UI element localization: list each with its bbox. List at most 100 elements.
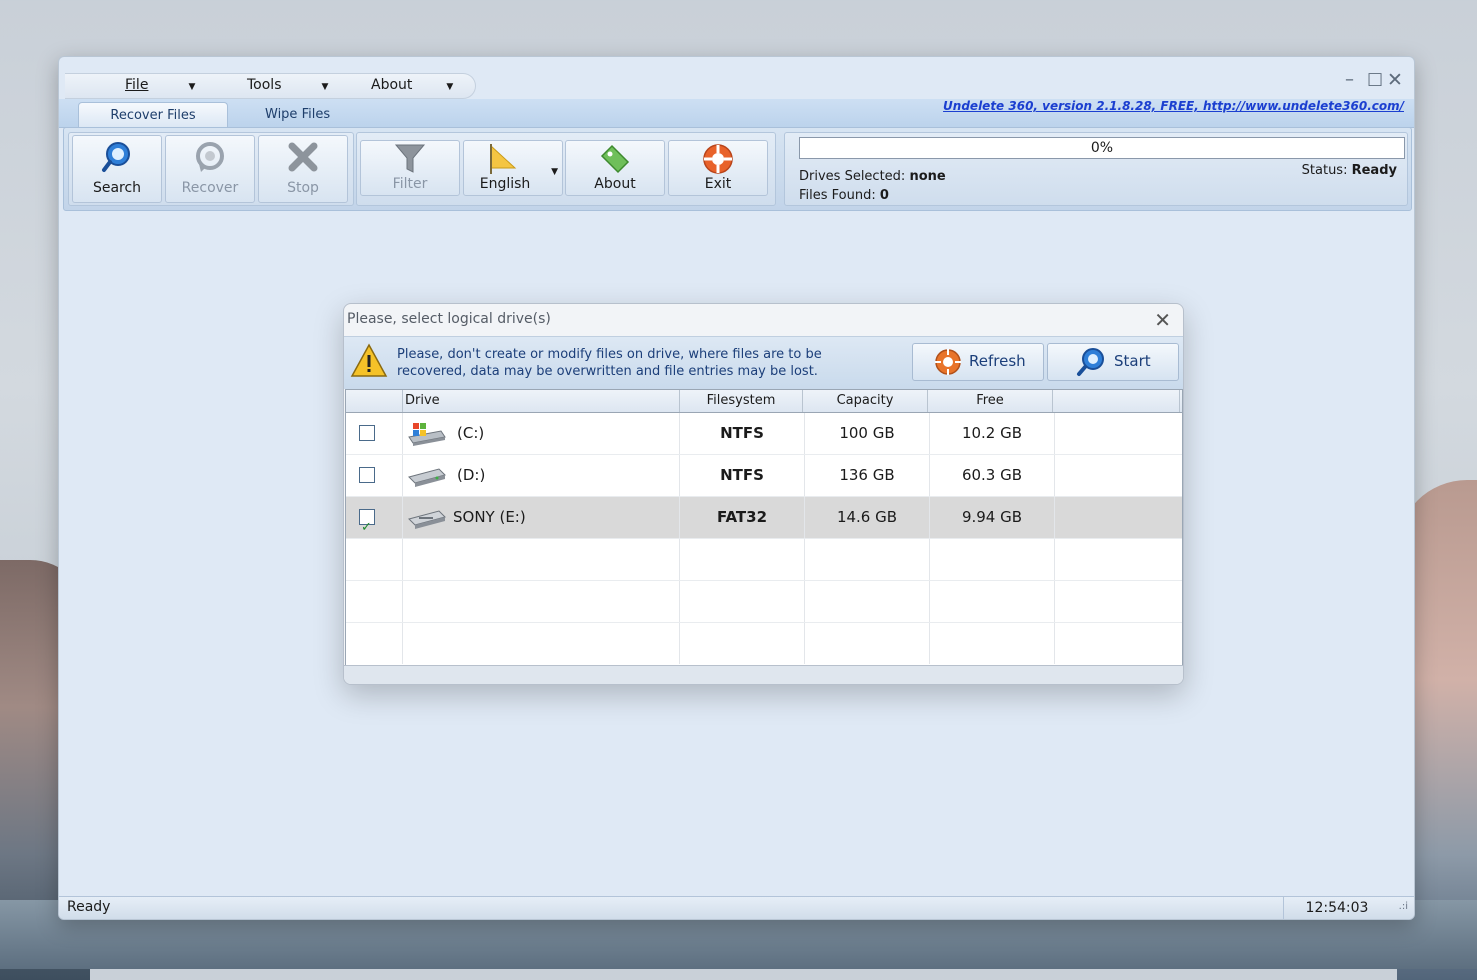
resize-grip[interactable]: .:i bbox=[1399, 901, 1408, 912]
start-button-label: Start bbox=[1114, 352, 1151, 370]
about-button[interactable]: About bbox=[565, 140, 665, 196]
column-drive[interactable]: Drive bbox=[403, 390, 680, 412]
menu-tools[interactable]: Tools ▼ bbox=[247, 77, 328, 93]
files-found-value: 0 bbox=[879, 188, 889, 203]
drive-cell: SONY (E:) bbox=[403, 497, 680, 538]
refresh-icon bbox=[935, 349, 961, 375]
recover-button[interactable]: Recover bbox=[165, 135, 255, 203]
language-button[interactable]: English ▼ bbox=[463, 140, 563, 196]
toolbar: Search Recover Stop Filter English ▼ Abo… bbox=[63, 127, 1412, 211]
dialog-footer bbox=[344, 665, 1183, 684]
menu-file[interactable]: File ▼ bbox=[125, 77, 195, 93]
empty-cell bbox=[680, 623, 805, 664]
tab-bar: Recover Files Wipe Files Undelete 360, v… bbox=[59, 99, 1414, 128]
column-free[interactable]: Free bbox=[928, 390, 1053, 412]
filter-button[interactable]: Filter bbox=[360, 140, 460, 196]
empty-cell bbox=[680, 581, 805, 622]
stop-icon bbox=[288, 142, 318, 172]
progress-bar: 0% bbox=[799, 137, 1405, 159]
recover-icon bbox=[196, 142, 224, 172]
toolbar-group-options: Filter English ▼ About Exit bbox=[356, 132, 776, 206]
files-found: Files Found: 0 bbox=[799, 188, 889, 203]
version-link[interactable]: Undelete 360, version 2.1.8.28, FREE, ht… bbox=[943, 99, 1404, 113]
empty-cell bbox=[805, 581, 930, 622]
select-drive-dialog: Please, select logical drive(s) ✕ Please… bbox=[343, 303, 1184, 685]
filesystem-cell: NTFS bbox=[680, 413, 805, 454]
column-checkbox bbox=[346, 390, 403, 412]
column-capacity[interactable]: Capacity bbox=[803, 390, 928, 412]
chevron-down-icon: ▼ bbox=[446, 82, 454, 92]
search-button[interactable]: Search bbox=[72, 135, 162, 203]
empty-cell bbox=[346, 623, 403, 664]
stop-button[interactable]: Stop bbox=[258, 135, 348, 203]
stop-button-label: Stop bbox=[287, 180, 319, 196]
empty-cell bbox=[346, 581, 403, 622]
toolbar-group-actions: Search Recover Stop bbox=[68, 132, 354, 206]
empty-cell bbox=[930, 539, 1055, 580]
empty-cell bbox=[930, 581, 1055, 622]
drive-name: SONY (E:) bbox=[453, 508, 526, 526]
column-filesystem[interactable]: Filesystem bbox=[680, 390, 803, 412]
table-row[interactable]: (D:) NTFS 136 GB 60.3 GB bbox=[346, 455, 1182, 497]
table-row[interactable]: SONY (E:) FAT32 14.6 GB 9.94 GB bbox=[346, 497, 1182, 548]
status-text: Ready bbox=[67, 899, 111, 915]
free-cell: 9.94 GB bbox=[930, 497, 1055, 538]
status-bar: Ready 12:54:03 .:i bbox=[59, 896, 1414, 919]
dialog-title: Please, select logical drive(s) bbox=[347, 311, 551, 327]
drives-selected: Drives Selected: none bbox=[799, 169, 946, 184]
drive-cell: (C:) bbox=[403, 413, 680, 454]
menu-file-label: File bbox=[125, 77, 149, 93]
minimize-button[interactable]: – bbox=[1345, 69, 1354, 90]
exit-icon bbox=[703, 144, 733, 174]
filesystem-cell: FAT32 bbox=[680, 497, 805, 538]
status-indicator: Status: Ready bbox=[1302, 163, 1397, 178]
drive-cell: (D:) bbox=[403, 455, 680, 496]
menu-about[interactable]: About ▼ bbox=[371, 77, 453, 93]
row-checkbox-cell bbox=[346, 455, 403, 496]
progress-panel: 0% Drives Selected: none Files Found: 0 … bbox=[784, 132, 1408, 206]
free-cell: 60.3 GB bbox=[930, 455, 1055, 496]
about-button-label: About bbox=[594, 176, 636, 192]
status-clock: 12:54:03 bbox=[1283, 897, 1390, 919]
exit-button-label: Exit bbox=[704, 176, 732, 192]
empty-cell bbox=[805, 623, 930, 664]
empty-cell bbox=[680, 539, 805, 580]
warning-text: Please, don't create or modify files on … bbox=[397, 346, 822, 380]
refresh-button-label: Refresh bbox=[969, 352, 1026, 370]
tab-wipe-files[interactable]: Wipe Files bbox=[255, 102, 340, 127]
row-checkbox-cell bbox=[346, 413, 403, 454]
exit-button[interactable]: Exit bbox=[668, 140, 768, 196]
table-row[interactable]: (C:) NTFS 100 GB 10.2 GB bbox=[346, 413, 1182, 455]
close-button[interactable]: ✕ bbox=[1387, 69, 1403, 91]
tab-recover-files[interactable]: Recover Files bbox=[78, 102, 228, 128]
drive-checkbox[interactable] bbox=[359, 425, 375, 441]
search-icon bbox=[1077, 348, 1104, 376]
search-icon bbox=[102, 142, 130, 172]
files-found-label: Files Found: bbox=[799, 188, 876, 203]
empty-cell bbox=[403, 623, 680, 664]
recover-button-label: Recover bbox=[181, 180, 239, 196]
windows-drive-icon bbox=[408, 423, 446, 446]
empty-cell bbox=[805, 539, 930, 580]
drive-list: Drive Filesystem Capacity Free (C:) NTFS bbox=[345, 389, 1183, 667]
maximize-button[interactable]: □ bbox=[1367, 69, 1383, 89]
start-button[interactable]: Start bbox=[1047, 343, 1179, 381]
empty-cell bbox=[403, 581, 680, 622]
warning-line-1: Please, don't create or modify files on … bbox=[397, 347, 822, 362]
drives-selected-label: Drives Selected: bbox=[799, 169, 906, 184]
warning-line-2: recovered, data may be overwritten and f… bbox=[397, 364, 818, 379]
free-cell: 10.2 GB bbox=[930, 413, 1055, 454]
empty-row bbox=[346, 539, 1182, 581]
removable-drive-icon bbox=[408, 510, 446, 529]
refresh-button[interactable]: Refresh bbox=[912, 343, 1044, 381]
drive-checkbox[interactable] bbox=[359, 467, 375, 483]
chevron-down-icon: ▼ bbox=[551, 167, 558, 177]
search-button-label: Search bbox=[92, 180, 142, 196]
empty-row bbox=[346, 623, 1182, 665]
capacity-cell: 100 GB bbox=[805, 413, 930, 454]
capacity-cell: 136 GB bbox=[805, 455, 930, 496]
dialog-close-button[interactable]: ✕ bbox=[1154, 308, 1171, 332]
empty-cell bbox=[403, 539, 680, 580]
menu-about-label: About bbox=[371, 77, 413, 93]
drive-checkbox[interactable] bbox=[359, 507, 375, 548]
